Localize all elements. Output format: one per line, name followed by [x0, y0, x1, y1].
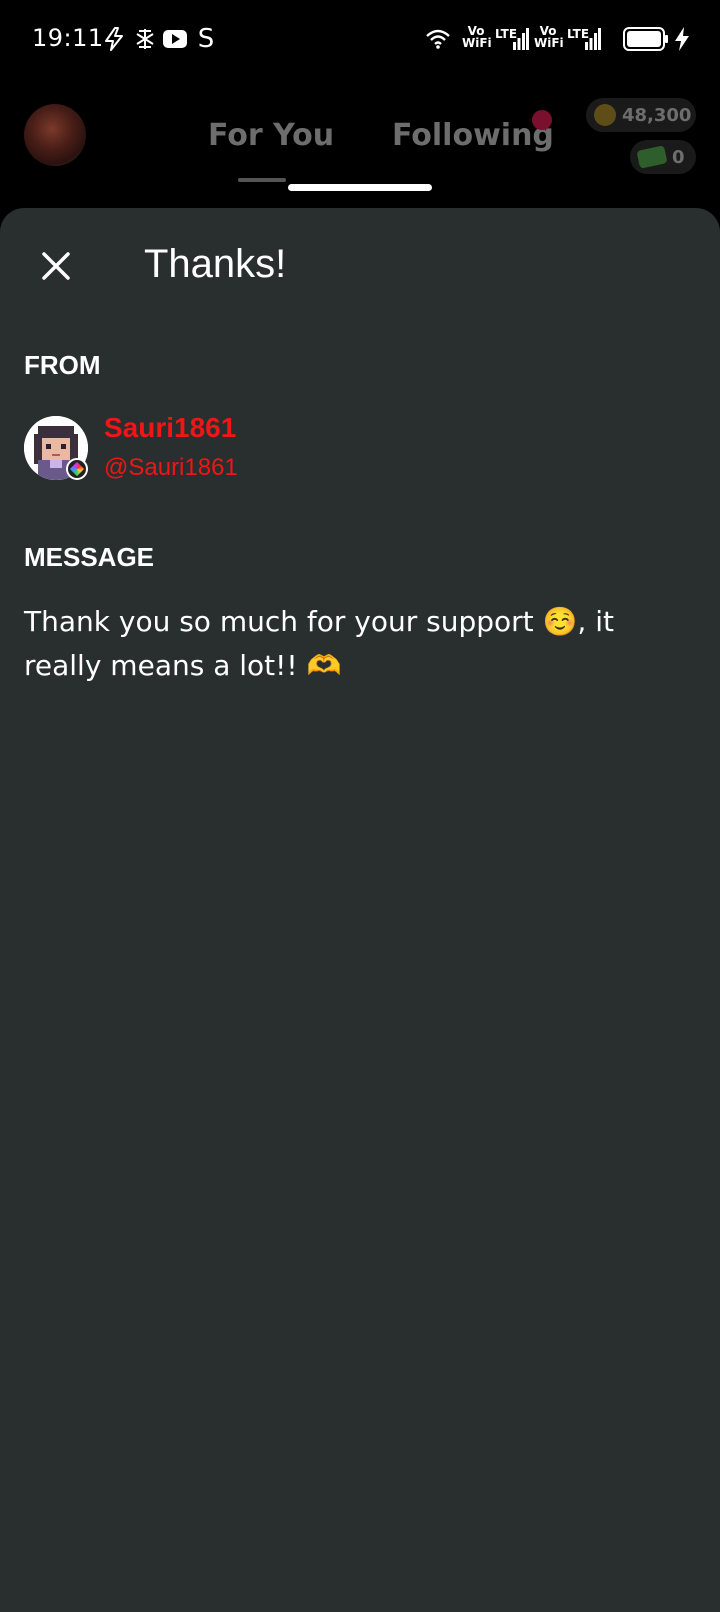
- tab-following[interactable]: Following: [392, 118, 554, 153]
- signal-icon: [512, 26, 530, 52]
- wifi-icon: [424, 26, 452, 52]
- vowifi-label-2: Vo WiFi: [534, 24, 564, 50]
- sender-display-name[interactable]: Sauri1861: [104, 412, 236, 444]
- youtube-icon: [163, 26, 187, 52]
- coin-icon: [594, 104, 616, 126]
- charging-icon: [672, 26, 692, 52]
- coins-balance[interactable]: 48,300: [586, 98, 696, 132]
- status-bar: 19:11 S Vo WiFi LTE Vo WiFi LTE: [0, 0, 720, 80]
- close-icon: [42, 252, 70, 280]
- sheet-drag-handle[interactable]: [288, 184, 432, 191]
- app-sparkle-icon: [134, 26, 156, 52]
- profile-avatar[interactable]: [24, 104, 86, 166]
- tab-for-you[interactable]: For You: [208, 118, 334, 153]
- status-time: 19:11: [32, 24, 104, 52]
- bolt-icon: [102, 26, 126, 52]
- message-body: Thank you so much for your support ☺️, i…: [24, 605, 614, 682]
- cash-icon: [636, 145, 668, 169]
- close-button[interactable]: [36, 246, 76, 286]
- thanks-sheet: Thanks! FROM Sauri1861 @Sauri1861 MESSAG…: [0, 208, 720, 1612]
- battery-icon: [622, 26, 670, 52]
- sheet-title: Thanks!: [144, 242, 287, 286]
- sender-handle[interactable]: @Sauri1861: [104, 454, 238, 482]
- tab-indicator: [238, 178, 286, 182]
- notification-dot: [532, 110, 552, 130]
- vowifi-label: Vo WiFi: [462, 24, 492, 50]
- coins-value: 48,300: [622, 104, 692, 126]
- s-icon: S: [197, 24, 215, 54]
- cash-balance[interactable]: 0: [630, 140, 696, 174]
- message-label: MESSAGE: [24, 542, 155, 572]
- signal-icon-2: [584, 26, 602, 52]
- cash-value: 0: [672, 146, 685, 168]
- verified-badge-icon: [66, 458, 88, 480]
- from-label: FROM: [24, 350, 101, 380]
